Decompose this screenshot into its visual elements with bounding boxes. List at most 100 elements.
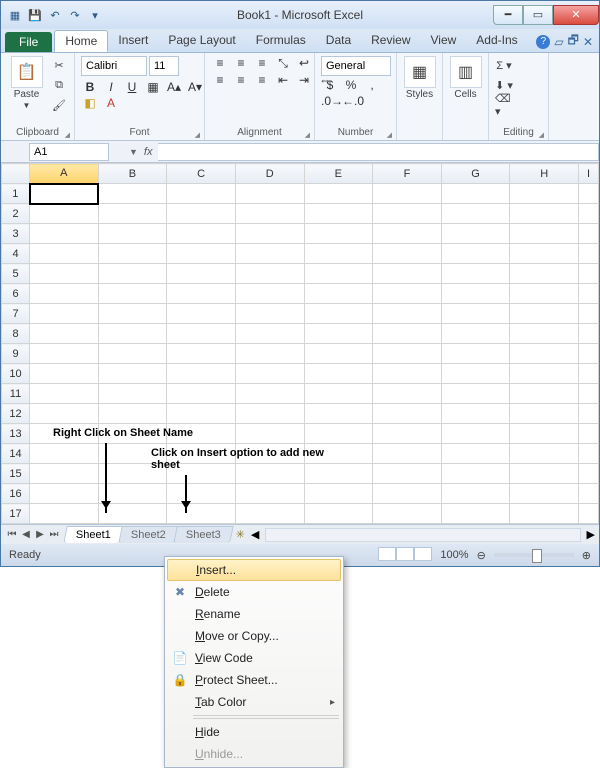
cell-A6[interactable] bbox=[30, 284, 99, 304]
ctx-delete[interactable]: ✖Delete bbox=[167, 581, 341, 603]
align-right-button[interactable]: ≡ bbox=[253, 73, 271, 87]
scroll-track[interactable] bbox=[265, 528, 580, 542]
row-header-13[interactable]: 13 bbox=[2, 424, 30, 444]
increase-indent-button[interactable]: ⇥ bbox=[295, 73, 313, 87]
scroll-left-button[interactable]: ◀ bbox=[251, 528, 259, 541]
cell-A17[interactable] bbox=[30, 504, 99, 524]
cell-B4[interactable] bbox=[98, 244, 167, 264]
cell-G16[interactable] bbox=[441, 484, 510, 504]
cell-G6[interactable] bbox=[441, 284, 510, 304]
cell-A10[interactable] bbox=[30, 364, 99, 384]
row-header-10[interactable]: 10 bbox=[2, 364, 30, 384]
cell-G3[interactable] bbox=[441, 224, 510, 244]
row-header-1[interactable]: 1 bbox=[2, 184, 30, 204]
cell-F15[interactable] bbox=[373, 464, 442, 484]
grow-font-button[interactable]: A▴ bbox=[165, 80, 183, 94]
cell-H8[interactable] bbox=[510, 324, 579, 344]
cell-D6[interactable] bbox=[235, 284, 304, 304]
sheet-tab-sheet2[interactable]: Sheet2 bbox=[118, 526, 178, 543]
cell-I3[interactable] bbox=[579, 224, 599, 244]
zoom-level[interactable]: 100% bbox=[440, 549, 468, 561]
cell-C1[interactable] bbox=[167, 184, 236, 204]
cell-E16[interactable] bbox=[304, 484, 373, 504]
ctx-move-or-copy[interactable]: Move or Copy... bbox=[167, 625, 341, 647]
cell-H13[interactable] bbox=[510, 424, 579, 444]
cell-F3[interactable] bbox=[373, 224, 442, 244]
cell-I2[interactable] bbox=[579, 204, 599, 224]
copy-icon[interactable]: ⧉ bbox=[50, 76, 68, 94]
cell-E6[interactable] bbox=[304, 284, 373, 304]
cell-G1[interactable] bbox=[441, 184, 510, 204]
cell-D10[interactable] bbox=[235, 364, 304, 384]
row-header-2[interactable]: 2 bbox=[2, 204, 30, 224]
cell-H5[interactable] bbox=[510, 264, 579, 284]
cell-H6[interactable] bbox=[510, 284, 579, 304]
tab-add-ins[interactable]: Add-Ins bbox=[466, 30, 527, 52]
ctx-rename[interactable]: Rename bbox=[167, 603, 341, 625]
cell-E7[interactable] bbox=[304, 304, 373, 324]
cell-D11[interactable] bbox=[235, 384, 304, 404]
cell-F17[interactable] bbox=[373, 504, 442, 524]
cell-D8[interactable] bbox=[235, 324, 304, 344]
align-bottom-button[interactable]: ≡ bbox=[253, 56, 271, 71]
cell-D9[interactable] bbox=[235, 344, 304, 364]
cell-G15[interactable] bbox=[441, 464, 510, 484]
help-icon[interactable]: ? bbox=[536, 35, 550, 49]
cell-C8[interactable] bbox=[167, 324, 236, 344]
border-button[interactable]: ▦ bbox=[144, 80, 162, 94]
cell-E1[interactable] bbox=[304, 184, 373, 204]
cell-E4[interactable] bbox=[304, 244, 373, 264]
decrease-indent-button[interactable]: ⇤ bbox=[274, 73, 292, 87]
last-sheet-button[interactable]: ⏭ bbox=[47, 529, 61, 540]
cell-E8[interactable] bbox=[304, 324, 373, 344]
cell-D5[interactable] bbox=[235, 264, 304, 284]
col-header-F[interactable]: F bbox=[373, 164, 442, 184]
prev-sheet-button[interactable]: ◀ bbox=[19, 529, 33, 540]
redo-icon[interactable]: ↷ bbox=[67, 7, 83, 23]
cell-I16[interactable] bbox=[579, 484, 599, 504]
zoom-slider[interactable] bbox=[494, 553, 574, 557]
align-center-button[interactable]: ≡ bbox=[232, 73, 250, 87]
cell-I9[interactable] bbox=[579, 344, 599, 364]
clear-button[interactable]: ⌫ ▾ bbox=[495, 96, 513, 114]
cell-D2[interactable] bbox=[235, 204, 304, 224]
cell-C16[interactable] bbox=[167, 484, 236, 504]
cell-E13[interactable] bbox=[304, 424, 373, 444]
cell-F1[interactable] bbox=[373, 184, 442, 204]
comma-button[interactable]: , bbox=[363, 78, 381, 92]
select-all-corner[interactable] bbox=[2, 164, 30, 184]
cell-C17[interactable] bbox=[167, 504, 236, 524]
file-tab[interactable]: File bbox=[5, 32, 52, 52]
cell-H3[interactable] bbox=[510, 224, 579, 244]
increase-decimal-button[interactable]: .0→ bbox=[321, 94, 339, 108]
row-header-9[interactable]: 9 bbox=[2, 344, 30, 364]
cell-F5[interactable] bbox=[373, 264, 442, 284]
tab-insert[interactable]: Insert bbox=[108, 30, 158, 52]
row-header-17[interactable]: 17 bbox=[2, 504, 30, 524]
cell-G12[interactable] bbox=[441, 404, 510, 424]
orientation-button[interactable]: ⤡ bbox=[274, 56, 292, 71]
fx-icon[interactable]: fx bbox=[138, 146, 159, 158]
next-sheet-button[interactable]: ▶ bbox=[33, 529, 47, 540]
tab-review[interactable]: Review bbox=[361, 30, 420, 52]
cell-H17[interactable] bbox=[510, 504, 579, 524]
ctx-view-code[interactable]: 📄View Code bbox=[167, 647, 341, 669]
cells-button[interactable]: ▥Cells bbox=[449, 56, 482, 100]
tab-data[interactable]: Data bbox=[316, 30, 361, 52]
ctx-insert[interactable]: Insert... bbox=[167, 559, 341, 581]
align-middle-button[interactable]: ≡ bbox=[232, 56, 250, 71]
cell-F13[interactable] bbox=[373, 424, 442, 444]
cell-A12[interactable] bbox=[30, 404, 99, 424]
cell-G13[interactable] bbox=[441, 424, 510, 444]
cell-E10[interactable] bbox=[304, 364, 373, 384]
cell-C3[interactable] bbox=[167, 224, 236, 244]
cell-H4[interactable] bbox=[510, 244, 579, 264]
save-icon[interactable]: 💾 bbox=[27, 7, 43, 23]
cell-G7[interactable] bbox=[441, 304, 510, 324]
col-header-G[interactable]: G bbox=[441, 164, 510, 184]
decrease-decimal-button[interactable]: ←.0 bbox=[342, 94, 360, 108]
cell-C9[interactable] bbox=[167, 344, 236, 364]
cell-H7[interactable] bbox=[510, 304, 579, 324]
cell-B11[interactable] bbox=[98, 384, 167, 404]
cell-I6[interactable] bbox=[579, 284, 599, 304]
